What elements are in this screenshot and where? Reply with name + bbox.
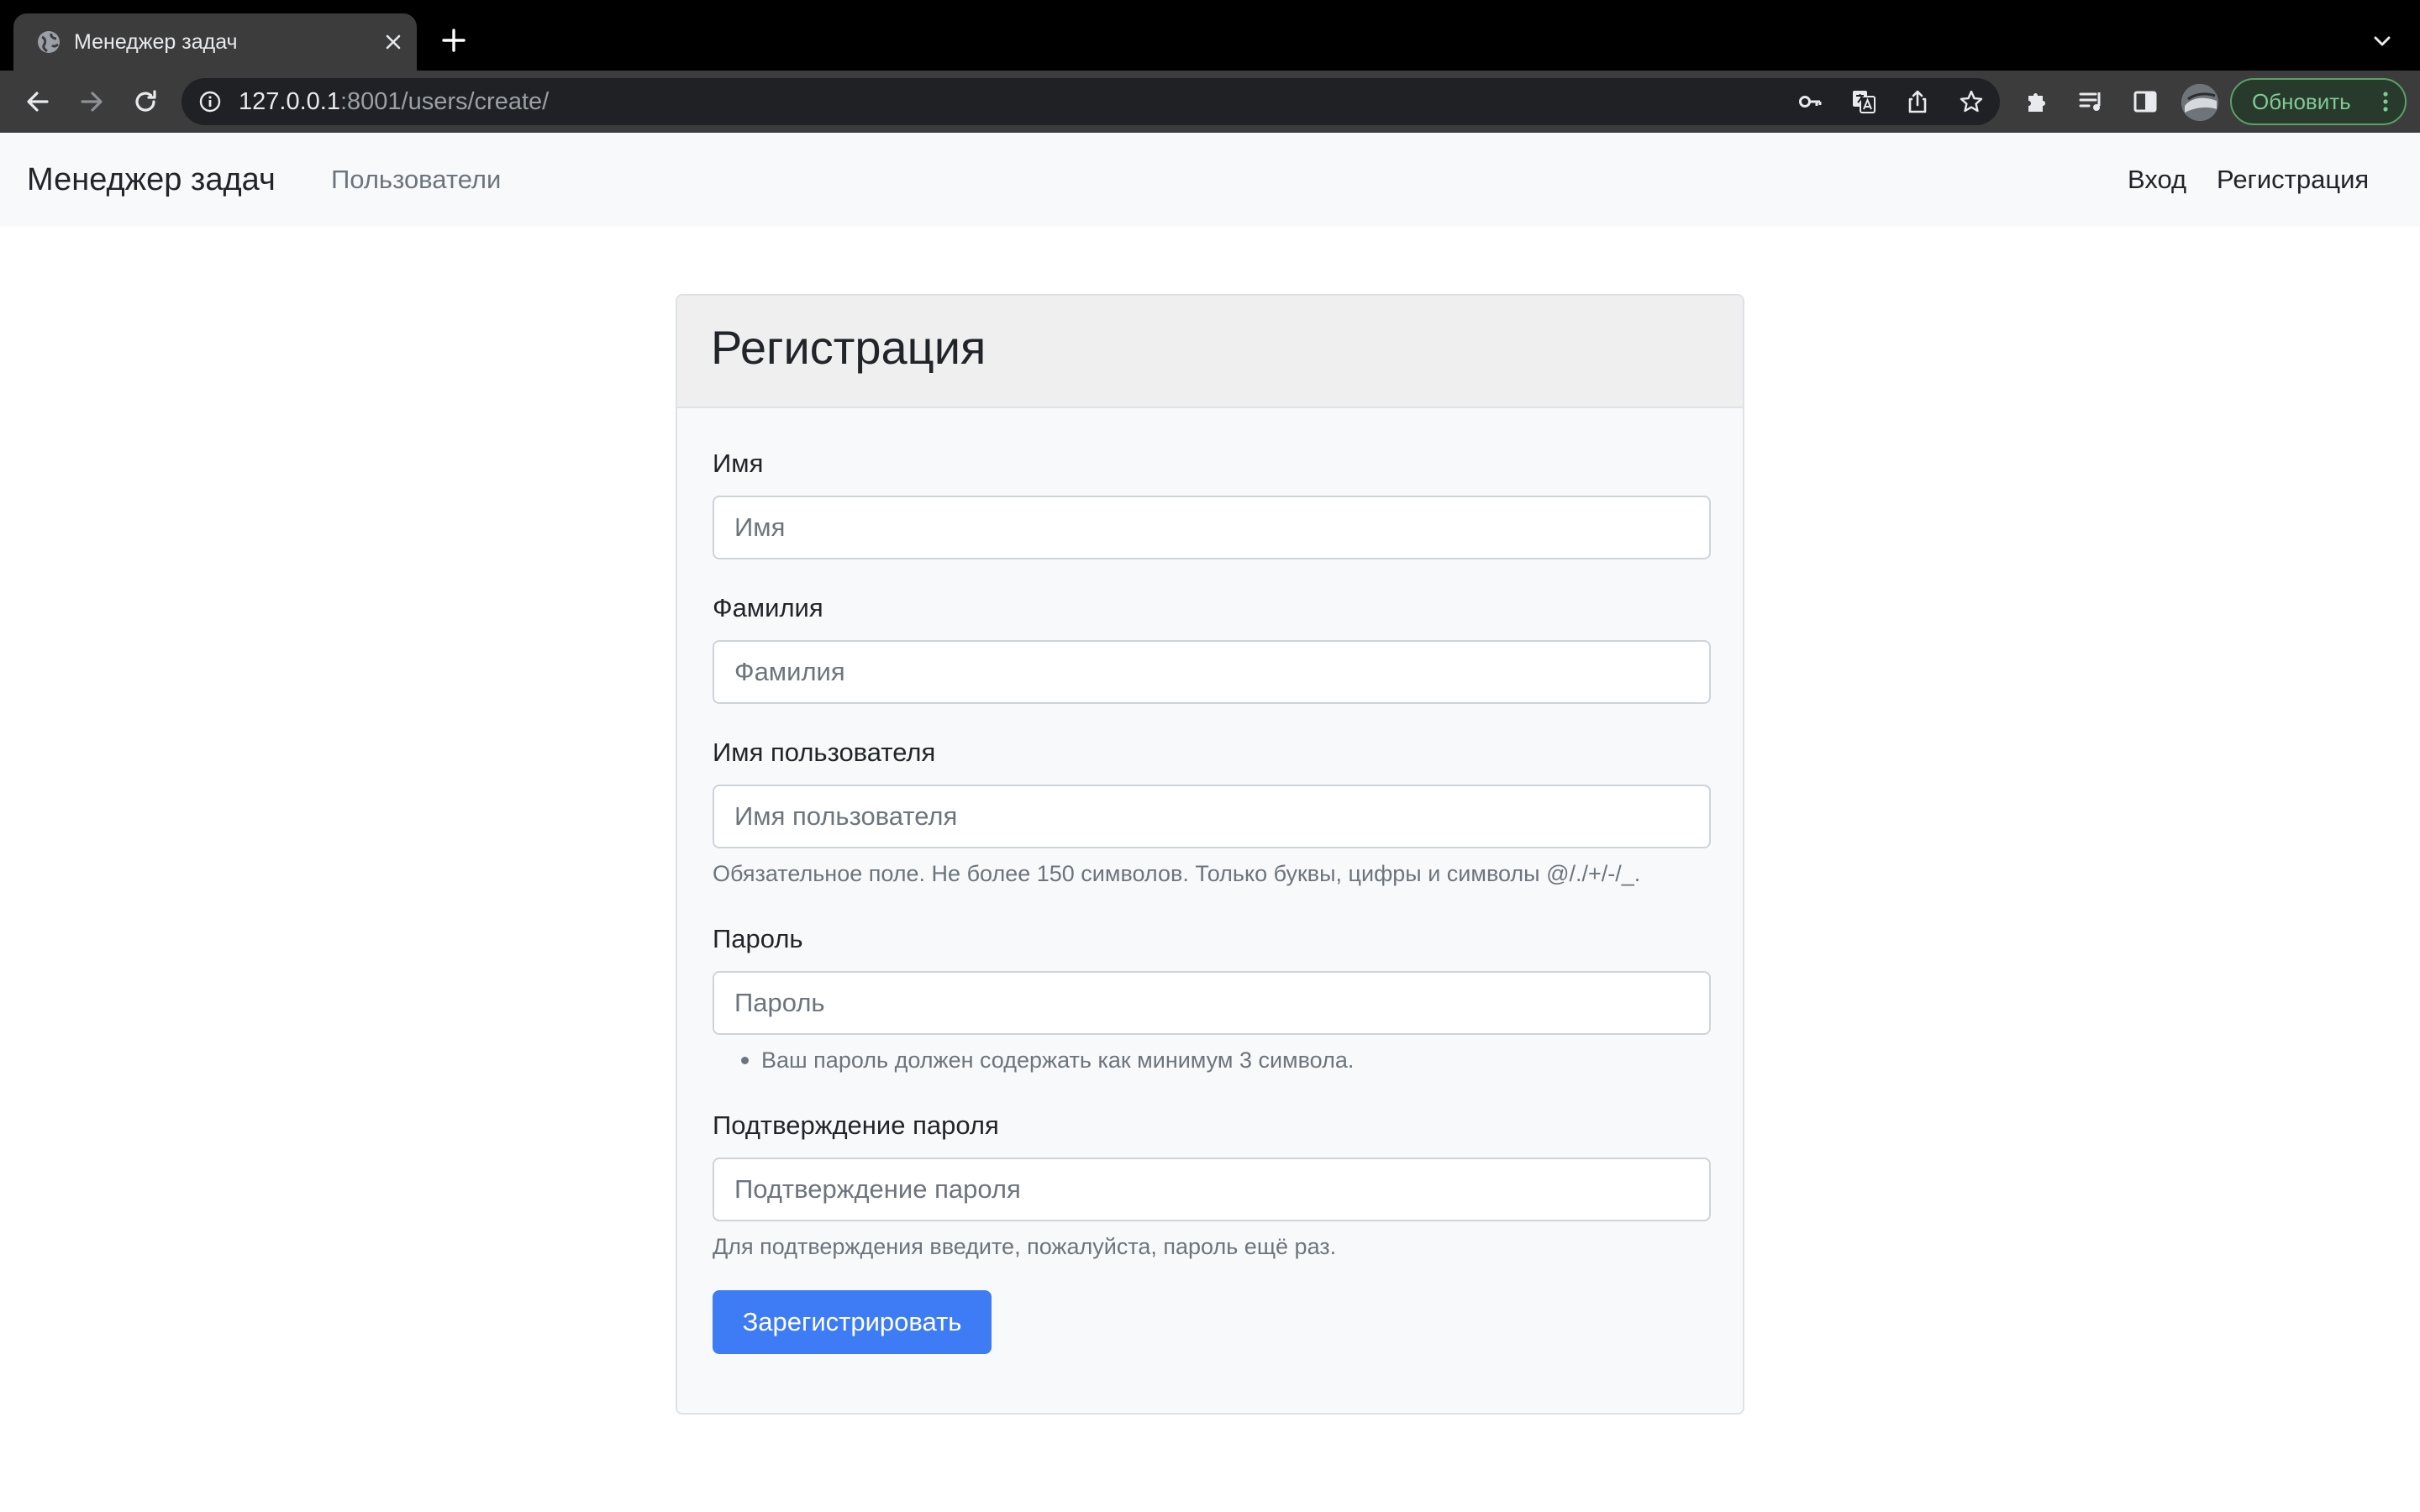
url-text[interactable]: 127.0.0.1:8001/users/create/: [239, 87, 549, 117]
tab-title: Менеджер задач: [74, 30, 238, 54]
brand-link[interactable]: Менеджер задач: [27, 160, 276, 200]
nav-link-login[interactable]: Вход: [2128, 163, 2186, 197]
reload-icon[interactable]: [129, 86, 161, 118]
register-button[interactable]: Зарегистрировать: [713, 1290, 992, 1354]
playlist-icon[interactable]: [2075, 86, 2107, 118]
browser-tab[interactable]: Менеджер задач: [13, 13, 417, 71]
puzzle-icon[interactable]: [2022, 86, 2054, 118]
arrow-right-icon[interactable]: [76, 86, 108, 118]
nav-link-users[interactable]: Пользователи: [331, 163, 501, 197]
first-name-label: Имя: [713, 449, 764, 478]
first-name-input[interactable]: [713, 496, 1711, 559]
url-host: 127.0.0.1: [239, 88, 340, 115]
last-name-input[interactable]: [713, 640, 1711, 704]
password-confirm-help-text: Для подтверждения введите, пожалуйста, п…: [713, 1234, 1337, 1259]
password-input[interactable]: [713, 971, 1711, 1035]
close-icon[interactable]: [380, 29, 407, 55]
key-icon[interactable]: [1797, 88, 1823, 115]
star-icon[interactable]: [1958, 88, 1985, 115]
username-input[interactable]: [713, 785, 1711, 848]
update-button[interactable]: Обновить: [2230, 78, 2407, 125]
plus-icon[interactable]: [439, 25, 469, 55]
translate-icon[interactable]: [1850, 88, 1877, 115]
share-icon[interactable]: [1904, 88, 1931, 115]
registration-card: Регистрация Имя Фамилия Имя пользователя…: [676, 294, 1744, 1415]
avatar[interactable]: [2181, 84, 2218, 121]
last-name-label: Фамилия: [713, 593, 823, 622]
update-button-label: Обновить: [2252, 89, 2351, 114]
side-panel-icon[interactable]: [2129, 86, 2161, 118]
chevron-down-icon[interactable]: [2370, 29, 2395, 54]
arrow-left-icon[interactable]: [22, 86, 54, 118]
password-help-item: Ваш пароль должен содержать как минимум …: [740, 1045, 1354, 1075]
browser-tab-strip: Менеджер задач: [0, 0, 2420, 71]
kebab-menu-icon: [2383, 92, 2388, 112]
password-label: Пароль: [713, 924, 803, 953]
site-navbar: Менеджер задач Пользователи Вход Регистр…: [0, 133, 2420, 227]
username-label: Имя пользователя: [713, 738, 936, 767]
profile-picture: [2181, 84, 2218, 121]
password-confirm-input[interactable]: [713, 1158, 1711, 1221]
nav-link-signup[interactable]: Регистрация: [2217, 163, 2369, 197]
address-bar[interactable]: 127.0.0.1:8001/users/create/: [182, 78, 2000, 125]
password-confirm-label: Подтверждение пароля: [713, 1110, 999, 1140]
url-path: :8001/users/create/: [339, 88, 550, 115]
page-title: Регистрация: [711, 321, 986, 374]
username-help-text: Обязательное поле. Не более 150 символов…: [713, 861, 1641, 886]
browser-toolbar: 127.0.0.1:8001/users/create/ Обновить: [0, 71, 2420, 133]
card-header: Регистрация: [677, 296, 1743, 408]
globe-icon: [38, 31, 60, 53]
info-icon[interactable]: [198, 90, 222, 113]
